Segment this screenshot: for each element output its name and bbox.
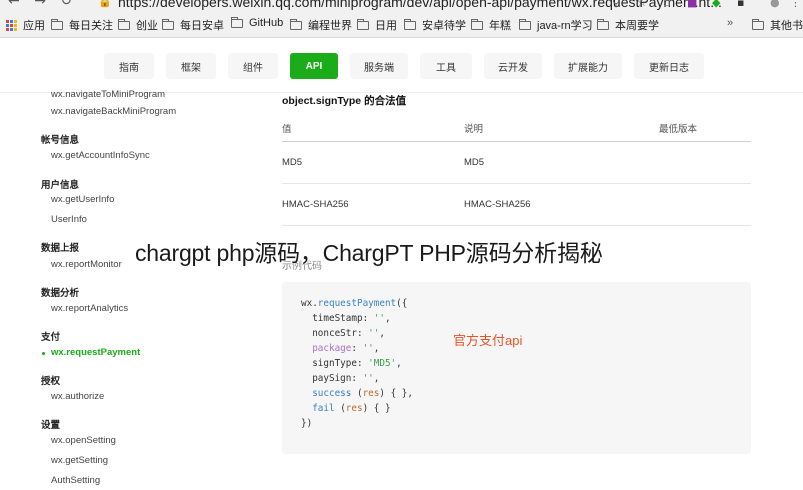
extension-icon[interactable]: ▫ <box>663 0 670 9</box>
bookmark-folder[interactable]: 每日安卓 <box>162 17 224 33</box>
bookmark-other-folder[interactable]: 其他书签 <box>752 17 803 33</box>
sidebar-item-report-analytics[interactable]: wx.reportAnalytics <box>51 303 128 314</box>
top-nav: 指南 框架 组件 API 服务端 工具 云开发 扩展能力 更新日志 <box>0 39 803 93</box>
folder-icon <box>357 18 369 30</box>
tab-components[interactable]: 组件 <box>228 53 278 79</box>
sidebar-group-pay: 支付 <box>41 332 61 343</box>
bookmark-folder[interactable]: 日用 <box>357 17 397 33</box>
sidebar-group-analysis: 数据分析 <box>41 288 80 299</box>
table-cell: HMAC-SHA256 <box>282 199 349 210</box>
sidebar-item-navigate-back[interactable]: wx.navigateBackMiniProgram <box>51 106 176 117</box>
main-content: object.signType 的合法值 值 说明 最低版本 MD5 MD5 H… <box>220 94 803 490</box>
bookmark-folder[interactable]: 年糕 <box>471 17 511 33</box>
sidebar-item-request-payment[interactable]: wx.requestPayment <box>51 347 140 358</box>
table-cell: HMAC-SHA256 <box>464 199 531 210</box>
code-annotation: 官方支付api <box>453 333 523 348</box>
sidebar-item-auth-setting[interactable]: AuthSetting <box>51 475 100 486</box>
sidebar: wx.navigateToMiniProgram wx.navigateBack… <box>0 89 220 490</box>
sidebar-group-auth: 授权 <box>41 376 61 387</box>
tab-changelog[interactable]: 更新日志 <box>634 53 704 79</box>
sidebar-item-get-userinfo[interactable]: wx.getUserInfo <box>51 194 114 205</box>
overlay-caption: chargpt php源码，ChargPT PHP源码分析揭秘 <box>135 240 603 266</box>
sidebar-group-account: 帐号信息 <box>41 135 80 146</box>
tab-tools[interactable]: 工具 <box>420 53 472 79</box>
table-header-desc: 说明 <box>464 124 484 135</box>
sidebar-item-userinfo[interactable]: UserInfo <box>51 214 87 225</box>
bookmark-folder[interactable]: GitHub <box>231 16 283 29</box>
address-input[interactable]: https://developers.weixin.qq.com/minipro… <box>118 0 722 10</box>
code-line: paySign: '', <box>301 373 380 384</box>
folder-icon <box>162 18 174 30</box>
code-line: fail (res) { } <box>301 403 391 414</box>
tab-cloud[interactable]: 云开发 <box>484 53 542 79</box>
back-icon[interactable]: ← <box>8 0 20 9</box>
bookmarks-overflow-button[interactable]: » <box>727 17 733 29</box>
bookmark-folder[interactable]: java-rn学习 <box>519 17 593 33</box>
profile-icon[interactable]: ● <box>770 0 780 9</box>
folder-icon <box>471 18 483 30</box>
lock-icon: 🔒 <box>98 0 112 8</box>
bookmark-folder[interactable]: 安卓待学 <box>404 17 466 33</box>
bookmark-folder[interactable]: 编程世界 <box>290 17 352 33</box>
table-header-version: 最低版本 <box>659 124 698 135</box>
sidebar-item-report-monitor[interactable]: wx.reportMonitor <box>51 259 122 270</box>
table-header-value: 值 <box>282 124 292 135</box>
bookmark-folder[interactable]: 每日关注 <box>51 17 113 33</box>
table-divider <box>282 183 751 184</box>
apps-grid-icon <box>6 19 17 31</box>
table-cell: MD5 <box>464 157 485 168</box>
code-line: wx.requestPayment({ <box>301 298 408 309</box>
sidebar-group-userinfo: 用户信息 <box>41 180 80 191</box>
code-block: wx.requestPayment({ timeStamp: '', nonce… <box>282 282 751 454</box>
extension-icon[interactable]: ■ <box>687 0 697 9</box>
code-line: package: '', <box>301 343 380 354</box>
folder-icon <box>752 18 764 30</box>
active-indicator-dot <box>42 352 45 355</box>
sidebar-item-get-setting[interactable]: wx.getSetting <box>51 455 108 466</box>
code-line: success (res) { }, <box>301 388 413 399</box>
menu-icon[interactable]: ⋮ <box>790 0 801 9</box>
code-line: }) <box>301 418 313 429</box>
sidebar-group-settings: 设置 <box>41 420 61 431</box>
bookmark-folder[interactable]: 创业 <box>118 17 158 33</box>
star-icon[interactable]: ☆ <box>637 0 647 9</box>
browser-nav-buttons: ← → ↻ <box>8 0 82 9</box>
sidebar-item-navigate-to-miniprogram[interactable]: wx.navigateToMiniProgram <box>51 89 165 100</box>
extension-icon[interactable]: ▪ <box>737 0 744 9</box>
forward-icon[interactable]: → <box>34 0 46 9</box>
folder-icon <box>404 18 416 30</box>
code-line: timeStamp: '', <box>301 313 391 324</box>
sidebar-item-account-info[interactable]: wx.getAccountInfoSync <box>51 150 150 161</box>
folder-icon <box>118 18 130 30</box>
tab-api[interactable]: API <box>290 53 338 79</box>
search-icon[interactable]: ⚲ <box>612 0 620 9</box>
browser-url-bar: ← → ↻ 🔒 https://developers.weixin.qq.com… <box>0 0 803 12</box>
tab-extensions[interactable]: 扩展能力 <box>554 53 622 79</box>
section-subtitle: object.signType 的合法值 <box>282 95 407 107</box>
table-cell: MD5 <box>282 157 303 168</box>
reload-icon[interactable]: ↻ <box>60 0 72 9</box>
table-divider <box>282 141 751 142</box>
tab-server[interactable]: 服务端 <box>350 53 408 79</box>
table-divider <box>282 225 751 226</box>
sidebar-item-authorize[interactable]: wx.authorize <box>51 391 104 402</box>
code-line: signType: 'MD5', <box>301 358 402 369</box>
tab-guide[interactable]: 指南 <box>104 53 154 79</box>
folder-icon <box>231 16 243 28</box>
bookmark-folder[interactable]: 本周要学 <box>597 17 659 33</box>
tab-framework[interactable]: 框架 <box>166 53 216 79</box>
sidebar-group-report: 数据上报 <box>41 243 80 254</box>
code-line: nonceStr: '', <box>301 328 385 339</box>
sidebar-item-open-setting[interactable]: wx.openSetting <box>51 435 116 446</box>
extension-icon[interactable]: ◆ <box>712 0 720 9</box>
bookmarks-bar: 应用 每日关注 创业 每日安卓 GitHub 编程世界 日用 安卓待学 年糕 j… <box>0 12 803 38</box>
bookmark-apps[interactable]: 应用 <box>6 17 45 33</box>
folder-icon <box>519 18 531 30</box>
folder-icon <box>290 18 302 30</box>
folder-icon <box>51 18 63 30</box>
folder-icon <box>597 18 609 30</box>
